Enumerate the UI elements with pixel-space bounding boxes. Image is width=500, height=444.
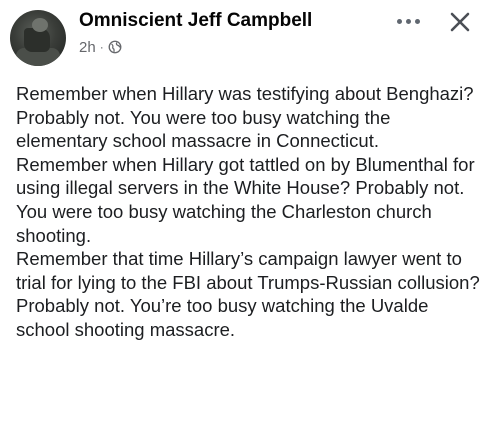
author-name[interactable]: Omniscient Jeff Campbell	[79, 10, 312, 32]
post-body: Remember when Hillary was testifying abo…	[16, 82, 486, 342]
author-avatar[interactable]	[10, 10, 66, 66]
more-options-button[interactable]	[386, 6, 430, 36]
meta-separator: ·	[99, 40, 104, 54]
post-meta: 2h ·	[79, 38, 122, 56]
facebook-post: Omniscient Jeff Campbell 2h · Remember w…	[0, 0, 500, 444]
post-paragraph-1: Remember when Hillary was testifying abo…	[16, 83, 474, 152]
globe-icon	[108, 40, 122, 54]
more-options-icon	[396, 18, 420, 24]
post-header: Omniscient Jeff Campbell 2h ·	[0, 0, 500, 72]
post-paragraph-2: Remember when Hillary got tattled on by …	[16, 153, 475, 246]
close-icon[interactable]	[440, 2, 480, 42]
post-paragraph-3: Remember that time Hillary’s campaign la…	[16, 248, 480, 340]
post-timestamp[interactable]: 2h	[79, 39, 96, 56]
